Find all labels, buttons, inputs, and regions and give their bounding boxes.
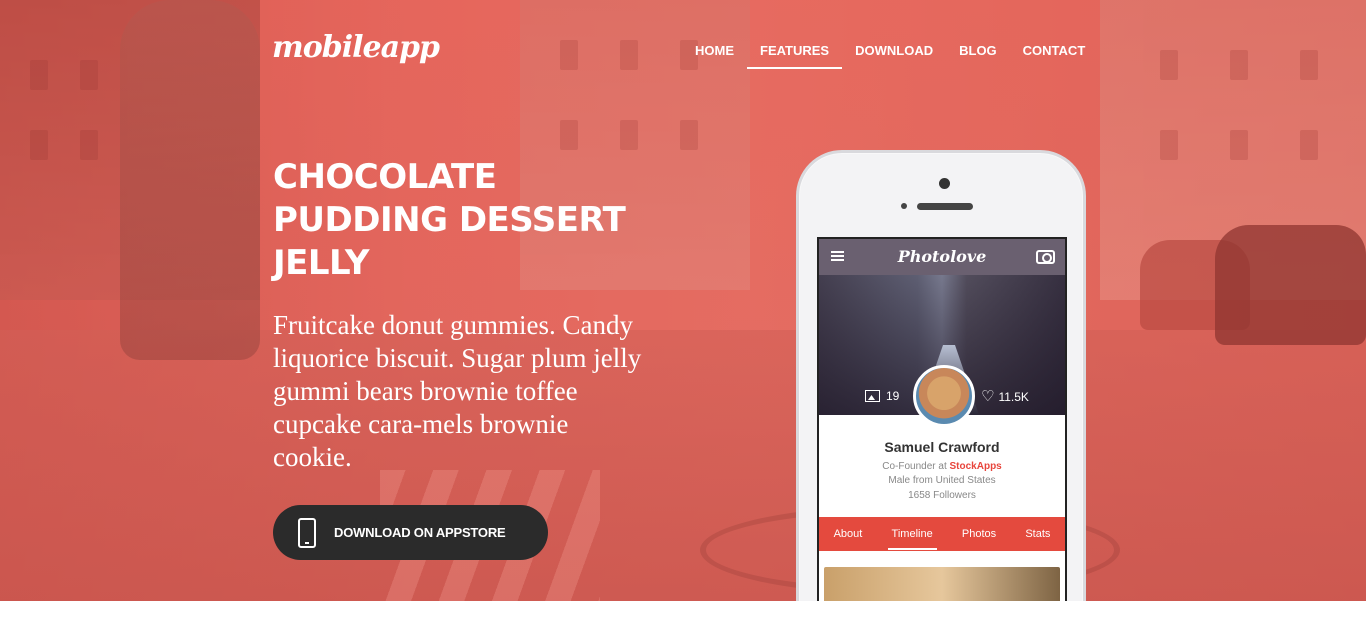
tab-stats[interactable]: Stats — [1021, 528, 1054, 540]
main-nav: HOME FEATURES DOWNLOAD BLOG CONTACT — [682, 43, 1098, 69]
image-icon — [865, 390, 880, 402]
hero-lead-text: Fruitcake donut gummies. Candy liquorice… — [273, 310, 642, 472]
app-screen: Photolove 19 ♡ 11.5K Samuel Crawford Co-… — [817, 237, 1067, 601]
nav-features[interactable]: FEATURES — [747, 43, 843, 69]
likes-stat: ♡ 11.5K — [981, 389, 1029, 404]
profile-avatar[interactable] — [913, 365, 975, 427]
nav-contact[interactable]: CONTACT — [1010, 43, 1099, 69]
tab-timeline[interactable]: Timeline — [887, 528, 937, 550]
background-pedestrian — [120, 0, 260, 360]
profile-company-link[interactable]: StockApps — [950, 461, 1002, 472]
profile-role-prefix: Co-Founder at — [882, 461, 950, 472]
site-logo[interactable]: mobileapp — [272, 30, 440, 65]
profile-location: Male from United States — [888, 475, 996, 486]
hero-section: mobileapp HOME FEATURES DOWNLOAD BLOG CO… — [0, 0, 1366, 601]
photos-stat: 19 — [865, 389, 899, 403]
heart-icon: ♡ — [981, 388, 995, 405]
hero-headline: CHOCOLATE PUDDING DESSERT JELLY — [273, 157, 626, 283]
timeline-post-image[interactable] — [824, 567, 1060, 601]
nav-blog[interactable]: BLOG — [946, 43, 1010, 69]
phone-camera-icon — [939, 178, 950, 189]
phone-sensor — [901, 203, 907, 209]
phone-mockup: Photolove 19 ♡ 11.5K Samuel Crawford Co-… — [796, 150, 1086, 601]
nav-home[interactable]: HOME — [682, 43, 747, 69]
app-title: Photolove — [897, 247, 987, 266]
profile-role: Co-Founder at StockApps — [819, 461, 1065, 472]
profile-tabs: About Timeline Photos Stats — [819, 517, 1065, 551]
download-appstore-button[interactable]: DOWNLOAD ON APPSTORE — [273, 505, 548, 560]
phone-speaker — [917, 203, 973, 210]
background-car — [1215, 225, 1366, 345]
camera-icon[interactable] — [1036, 250, 1055, 264]
download-button-label: DOWNLOAD ON APPSTORE — [334, 525, 506, 540]
photos-count: 19 — [886, 389, 900, 403]
tab-about[interactable]: About — [830, 528, 867, 540]
nav-download[interactable]: DOWNLOAD — [842, 43, 946, 69]
profile-followers: 1658 Followers — [908, 490, 976, 501]
tab-photos[interactable]: Photos — [958, 528, 1000, 540]
smartphone-icon — [298, 517, 316, 548]
profile-name: Samuel Crawford — [884, 439, 1000, 455]
app-header-bar: Photolove — [819, 239, 1065, 275]
background-street — [0, 330, 1366, 601]
likes-count: 11.5K — [998, 389, 1029, 404]
